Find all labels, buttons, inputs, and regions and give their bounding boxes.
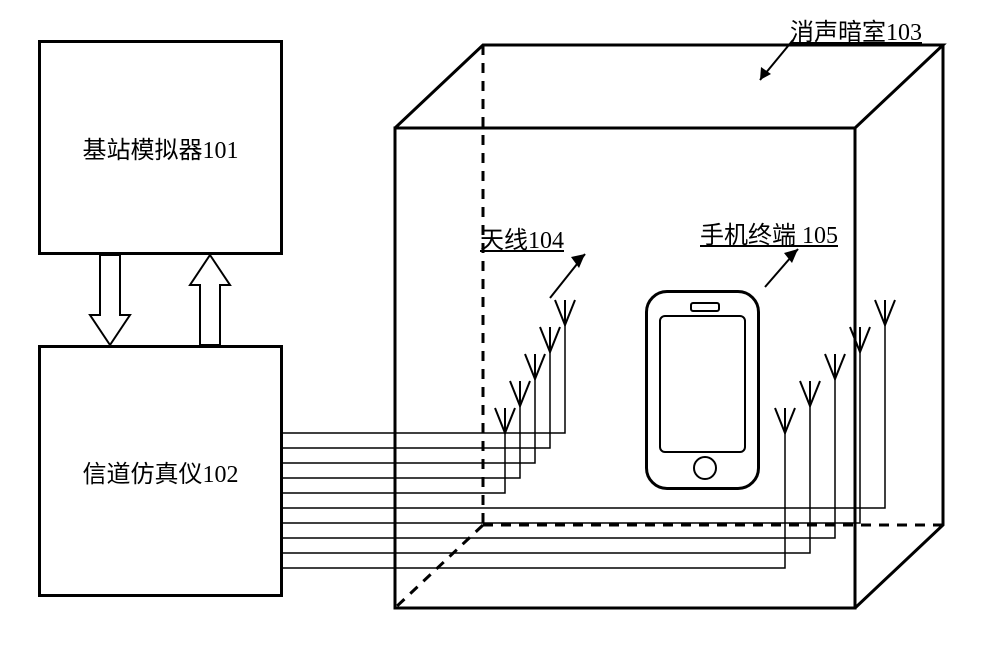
connection-lines [280, 320, 920, 620]
down-arrow-icon [90, 255, 130, 345]
antenna-label-arrow-icon [545, 250, 595, 305]
channel-emulator-label: 信道仿真仪102 [83, 454, 239, 489]
anechoic-chamber-label: 消声暗室103 [790, 12, 922, 47]
phone-label-arrow-icon [760, 245, 810, 295]
channel-emulator-block: 信道仿真仪102 [38, 345, 283, 597]
base-station-simulator-label: 基站模拟器101 [83, 130, 239, 165]
up-arrow-icon [190, 255, 230, 345]
base-station-simulator-block: 基站模拟器101 [38, 40, 283, 255]
chamber-label-arrow-icon [755, 40, 795, 90]
